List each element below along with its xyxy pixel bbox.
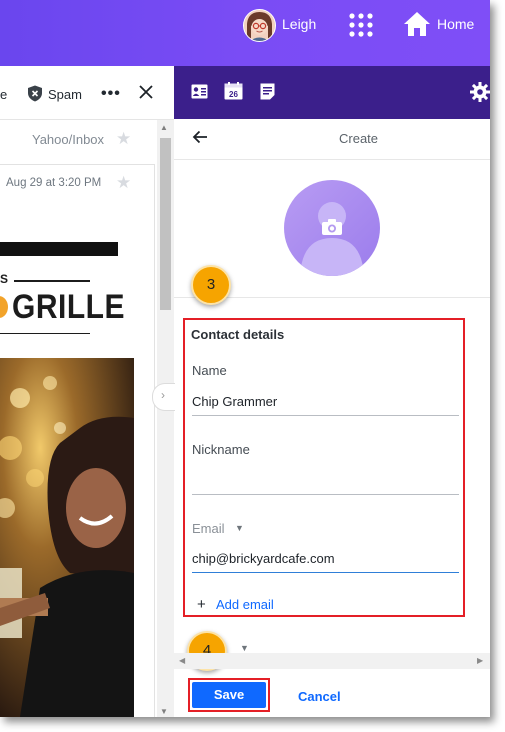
chevron-right-icon[interactable]: › bbox=[161, 388, 165, 402]
camera-icon[interactable] bbox=[321, 218, 343, 236]
page-title: Create bbox=[339, 131, 379, 146]
message-pane: Yahoo/Inbox ★ Aug 29 at 3:20 PM ★ S GRIL… bbox=[0, 120, 157, 717]
message-date: Aug 29 at 3:20 PM bbox=[6, 177, 102, 189]
star-icon[interactable]: ★ bbox=[116, 173, 131, 193]
shield-icon[interactable] bbox=[27, 85, 43, 102]
brand-divider bbox=[14, 280, 90, 282]
scroll-left-icon[interactable]: ◀ bbox=[179, 656, 185, 665]
user-name[interactable]: Leigh bbox=[282, 16, 316, 32]
email-type-label[interactable]: Email bbox=[192, 521, 225, 536]
scroll-right-icon[interactable]: ▶ bbox=[477, 656, 483, 665]
horizontal-scrollbar[interactable] bbox=[174, 653, 490, 669]
name-field-underline bbox=[192, 415, 459, 416]
app-window: Leigh Home e Spam ••• Yahoo/Inbox ★ Aug … bbox=[0, 0, 490, 717]
name-label: Name bbox=[192, 363, 227, 378]
nickname-label: Nickname bbox=[192, 442, 250, 457]
plus-icon[interactable]: + bbox=[197, 596, 206, 613]
truncated-toolbar-label[interactable]: e bbox=[0, 87, 7, 102]
nickname-field-underline bbox=[192, 494, 459, 495]
create-contact-header bbox=[174, 119, 490, 160]
brand-text: GRILLE bbox=[12, 288, 125, 326]
section-title: Contact details bbox=[191, 327, 285, 342]
folder-path: Yahoo/Inbox bbox=[32, 132, 105, 147]
step-3-callout: 3 bbox=[191, 265, 231, 305]
email-field-underline bbox=[192, 572, 459, 573]
notepad-icon[interactable] bbox=[260, 83, 275, 100]
name-field[interactable]: Chip Grammer bbox=[192, 394, 277, 409]
spam-button[interactable]: Spam bbox=[48, 87, 82, 102]
contact-pane-toolbar bbox=[174, 66, 490, 119]
message-toolbar: e Spam ••• bbox=[0, 66, 174, 120]
more-icon[interactable]: ••• bbox=[101, 85, 121, 103]
calendar-icon[interactable]: 26 bbox=[224, 82, 243, 100]
message-scrollbar-thumb[interactable] bbox=[160, 138, 171, 310]
gear-icon[interactable] bbox=[470, 82, 490, 102]
chevron-down-icon[interactable]: ▼ bbox=[235, 523, 244, 533]
home-link[interactable]: Home bbox=[437, 16, 474, 32]
add-email-link[interactable]: Add email bbox=[216, 597, 274, 612]
cancel-button[interactable]: Cancel bbox=[298, 689, 341, 704]
star-icon[interactable]: ★ bbox=[116, 129, 131, 149]
contacts-icon[interactable] bbox=[191, 84, 208, 99]
avatar[interactable] bbox=[243, 9, 276, 42]
home-icon[interactable] bbox=[403, 11, 431, 37]
close-icon[interactable] bbox=[138, 84, 154, 100]
email-banner-bar bbox=[0, 242, 118, 256]
brand-underline bbox=[0, 333, 90, 334]
scroll-up-icon[interactable]: ▲ bbox=[160, 123, 168, 132]
apps-grid-icon[interactable] bbox=[348, 12, 374, 38]
save-button[interactable]: Save bbox=[192, 682, 266, 708]
promo-photo bbox=[0, 358, 134, 717]
brand-fragment: S bbox=[0, 272, 9, 286]
chevron-down-icon[interactable]: ▼ bbox=[240, 643, 249, 653]
calendar-day: 26 bbox=[229, 90, 238, 99]
back-arrow-icon[interactable] bbox=[192, 130, 208, 144]
scroll-down-icon[interactable]: ▼ bbox=[160, 707, 168, 716]
email-field[interactable]: chip@brickyardcafe.com bbox=[192, 551, 335, 566]
